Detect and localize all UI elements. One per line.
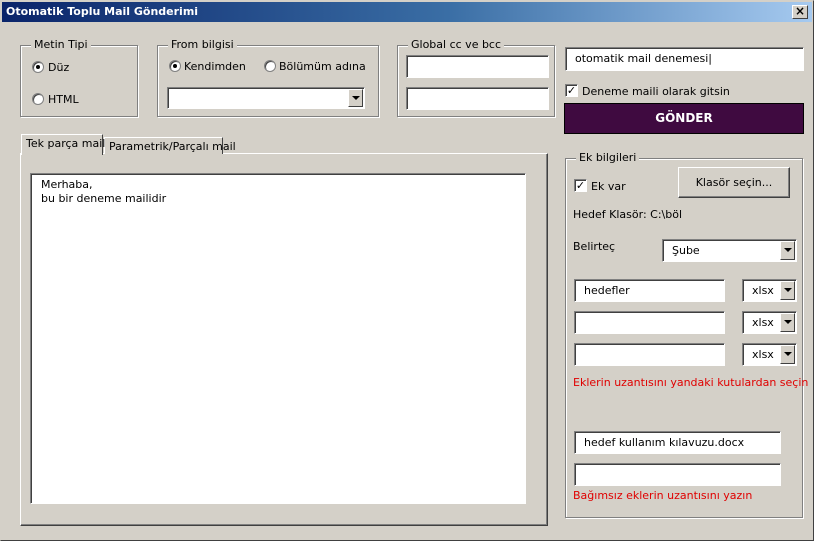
attachment-ext-1: xlsx — [752, 284, 774, 297]
send-button[interactable]: GÖNDER — [564, 103, 804, 134]
hedef-klasor-text: Hedef Klasör: C:\böl — [573, 208, 683, 221]
chevron-down-icon[interactable] — [780, 241, 795, 260]
chevron-down-icon[interactable] — [780, 313, 795, 332]
ek-var-label[interactable]: Ek var — [591, 180, 626, 193]
deneme-label[interactable]: Deneme maili olarak gitsin — [582, 85, 730, 98]
mail-body-line1: Merhaba, — [41, 178, 93, 191]
main-window: Otomatik Toplu Mail Gönderimi × Metin Ti… — [0, 0, 814, 541]
independent-attachment-input-1[interactable]: hedef kullanım kılavuzu.docx — [574, 431, 781, 454]
attachment-ext-combo-1[interactable]: xlsx — [742, 279, 797, 302]
subject-value: otomatik mail denemesi| — [575, 52, 712, 65]
mail-body-textarea[interactable]: Merhaba, bu bir deneme mailidir — [30, 173, 526, 504]
belirtec-value: Şube — [672, 244, 700, 257]
independent-attachment-1: hedef kullanım kılavuzu.docx — [584, 436, 745, 449]
title-bar[interactable]: Otomatik Toplu Mail Gönderimi × — [2, 2, 812, 22]
ek-bilgileri-legend: Ek bilgileri — [576, 151, 640, 164]
radio-bolumum-label[interactable]: Bölümüm adına — [279, 60, 366, 73]
close-button[interactable]: × — [792, 5, 808, 19]
radio-duz-label[interactable]: Düz — [48, 61, 69, 74]
radio-html-label[interactable]: HTML — [48, 93, 79, 106]
metin-tipi-group: Metin Tipi — [20, 38, 138, 117]
bcc-input[interactable] — [406, 87, 549, 110]
radio-duz[interactable] — [32, 61, 44, 73]
send-button-label: GÖNDER — [655, 111, 713, 125]
cc-input[interactable] — [406, 55, 549, 78]
radio-html[interactable] — [32, 93, 44, 105]
attachment-ext-combo-3[interactable]: xlsx — [742, 343, 797, 366]
tab-tek-parca-label: Tek parça mail — [26, 137, 106, 150]
attachment-name-input-1[interactable]: hedefler — [574, 279, 725, 302]
window-title: Otomatik Toplu Mail Gönderimi — [6, 5, 199, 18]
radio-bolumum[interactable] — [264, 60, 276, 72]
mail-body-line2: bu bir deneme mailidir — [41, 192, 167, 205]
metin-tipi-legend: Metin Tipi — [31, 38, 91, 51]
from-combo[interactable] — [167, 87, 365, 109]
klasor-secin-label: Klasör seçin... — [695, 176, 773, 189]
klasor-secin-button[interactable]: Klasör seçin... — [678, 167, 790, 198]
attachment-ext-3: xlsx — [752, 348, 774, 361]
radio-kendimden[interactable] — [169, 60, 181, 72]
close-icon: × — [794, 4, 806, 18]
attachment-name-input-3[interactable] — [574, 343, 725, 366]
chevron-down-icon[interactable] — [780, 281, 795, 300]
chevron-down-icon[interactable] — [348, 89, 363, 107]
attachment-name-input-2[interactable] — [574, 311, 725, 334]
tab-parametrik[interactable]: Parametrik/Parçalı mail — [104, 137, 236, 154]
ext-hint-text: Eklerin uzantısını yandaki kutulardan se… — [573, 376, 809, 389]
tab-parametrik-label: Parametrik/Parçalı mail — [109, 140, 236, 153]
chevron-down-icon[interactable] — [780, 345, 795, 364]
global-cc-legend: Global cc ve bcc — [408, 38, 505, 51]
independent-hint-text: Bağımsız eklerin uzantısını yazın — [573, 489, 753, 502]
independent-attachment-input-2[interactable] — [574, 463, 781, 486]
attachment-ext-combo-2[interactable]: xlsx — [742, 311, 797, 334]
belirtec-combo[interactable]: Şube — [662, 239, 797, 262]
ek-var-checkbox[interactable]: ✓ — [574, 179, 587, 192]
attachment-name-1: hedefler — [584, 284, 630, 297]
attachment-ext-2: xlsx — [752, 316, 774, 329]
subject-input[interactable]: otomatik mail denemesi| — [565, 47, 804, 71]
tab-tek-parca[interactable]: Tek parça mail — [21, 134, 106, 155]
belirtec-label: Belirteç — [573, 240, 616, 253]
from-bilgisi-legend: From bilgisi — [168, 38, 237, 51]
radio-kendimden-label[interactable]: Kendimden — [184, 60, 246, 73]
deneme-checkbox[interactable]: ✓ — [565, 84, 578, 97]
